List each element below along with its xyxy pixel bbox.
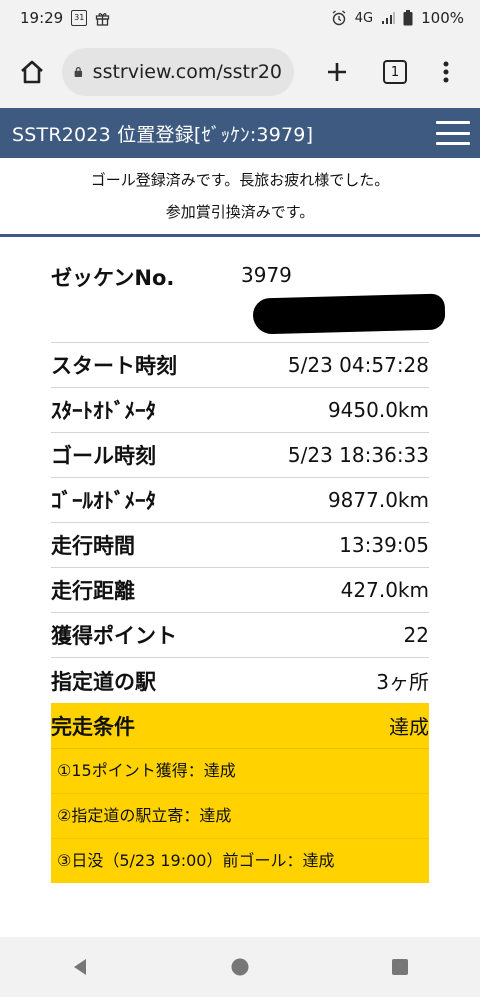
table-row: 指定道の駅 3ヶ所: [51, 669, 429, 695]
table-row: ゴール時刻 5/23 18:36:33: [51, 433, 429, 478]
more-vert-icon: [443, 61, 449, 83]
home-circle-icon[interactable]: [230, 957, 250, 977]
home-icon: [21, 60, 43, 84]
gift-icon: [95, 11, 110, 26]
condition-header: 完走条件 達成: [51, 703, 429, 749]
completion-condition: 完走条件 達成 ①15ポイント獲得：達成 ②指定道の駅立寄：達成 ③日没（5/2…: [51, 703, 429, 883]
table-row: 獲得ポイント 22: [51, 613, 429, 658]
table-row: ｺﾞｰﾙｵﾄﾞﾒｰﾀ 9877.0km: [51, 478, 429, 523]
condition-item: ③日没（5/23 19:00）前ゴール：達成: [57, 851, 335, 870]
condition-status: 達成: [389, 715, 429, 739]
redaction-mark: [252, 293, 446, 335]
status-bar: 19:29 31 4G 100%: [0, 0, 480, 36]
table-row: 走行距離 427.0km: [51, 568, 429, 613]
battery-level: 100%: [421, 9, 464, 27]
app-header: SSTR2023 位置登録[ｾﾞｯｹﾝ:3979]: [0, 108, 480, 158]
calendar-icon: 31: [71, 10, 88, 26]
condition-item: ②指定道の駅立寄：達成: [51, 794, 429, 839]
system-nav-bar: [0, 937, 480, 997]
tab-count: 1: [383, 60, 407, 84]
status-notice: ゴール登録済みです。長旅お疲れ様でした。 参加賞引換済みです。: [0, 158, 480, 234]
condition-label: 完走条件: [51, 714, 135, 739]
plus-icon: [328, 63, 346, 81]
url-text: sstrview.com/sstr20: [92, 61, 282, 83]
hamburger-menu-icon[interactable]: [436, 121, 470, 145]
recents-icon[interactable]: [390, 957, 410, 977]
alarm-icon: [331, 10, 347, 26]
zekken-value: 3979: [241, 263, 292, 287]
lock-icon: [74, 67, 83, 77]
condition-item: ①15ポイント獲得：達成: [51, 749, 429, 794]
browser-menu-button[interactable]: [426, 47, 466, 97]
zekken-row: ゼッケンNo. 3979: [51, 250, 446, 343]
notice-prize: 参加賞引換済みです。: [165, 203, 315, 221]
record-table: ゼッケンNo. 3979 スタート時刻 5/23 04:57:28 ｽﾀｰﾄｵﾄ…: [51, 250, 446, 883]
page-title: SSTR2023 位置登録[ｾﾞｯｹﾝ:3979]: [12, 123, 314, 146]
network-type: 4G: [354, 10, 374, 26]
zekken-label: ゼッケンNo.: [51, 266, 175, 290]
back-icon[interactable]: [70, 957, 90, 977]
tab-switcher-button[interactable]: 1: [370, 47, 420, 97]
new-tab-button[interactable]: [312, 47, 362, 97]
signal-icon: [381, 11, 396, 25]
table-row: 走行時間 13:39:05: [51, 523, 429, 568]
browser-toolbar: sstrview.com/sstr20 1: [0, 36, 480, 108]
home-button[interactable]: [2, 42, 62, 102]
notice-goal: ゴール登録済みです。長旅お疲れ様でした。: [90, 171, 390, 189]
clock: 19:29: [20, 9, 64, 27]
battery-icon: [403, 10, 413, 26]
table-row: スタート時刻 5/23 04:57:28: [51, 343, 429, 388]
address-bar[interactable]: sstrview.com/sstr20: [62, 48, 294, 96]
table-row: ｽﾀｰﾄｵﾄﾞﾒｰﾀ 9450.0km: [51, 388, 429, 433]
divider: [0, 234, 480, 237]
